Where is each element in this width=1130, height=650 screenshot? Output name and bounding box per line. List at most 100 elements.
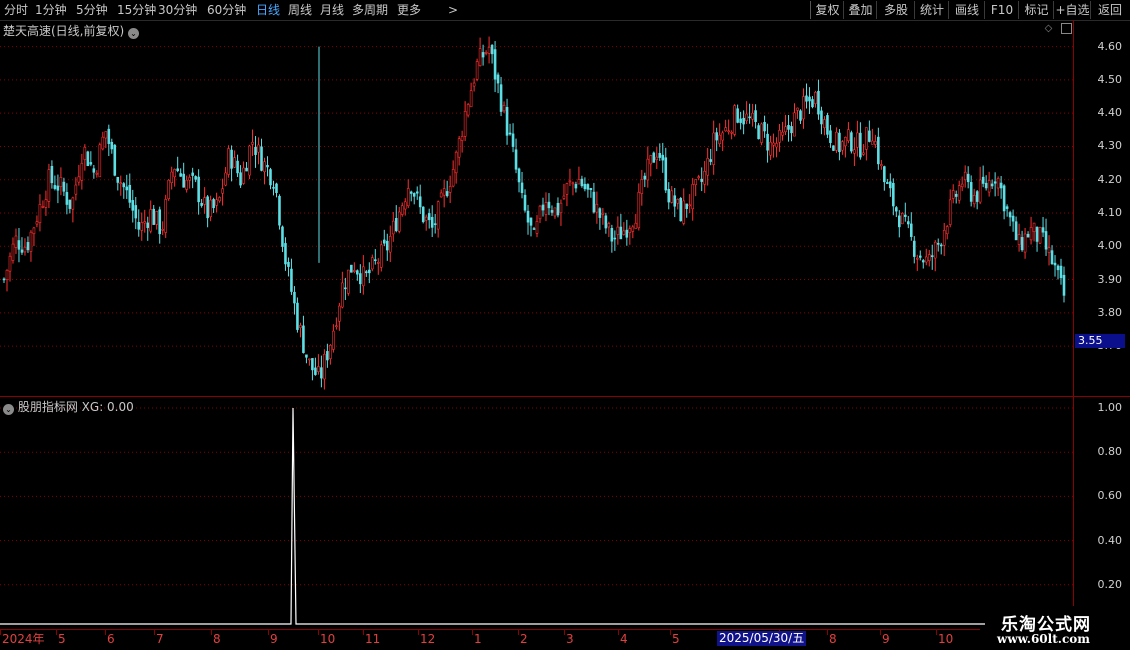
candle-body (403, 201, 407, 210)
candle-body (379, 244, 383, 268)
timeframe-4[interactable]: 30分钟 (158, 3, 197, 18)
candle-body (607, 223, 611, 228)
toolbar-button-7[interactable]: +自选 (1053, 1, 1091, 19)
candle-body (727, 130, 730, 133)
chevron-down-icon[interactable]: ⌄ (3, 404, 14, 415)
candle-body (945, 226, 949, 235)
candle-body (14, 235, 18, 248)
candle-body (987, 180, 991, 193)
candle-body (658, 153, 662, 158)
candle-body (868, 130, 871, 142)
candle-body (721, 132, 724, 141)
timeframe-6[interactable]: 日线 (256, 3, 280, 18)
candle-body (101, 136, 105, 150)
date-tick (363, 630, 364, 635)
candle-body (5, 269, 9, 280)
toolbar-button-5[interactable]: F10 (984, 1, 1019, 19)
chevron-right-icon[interactable]: > (448, 3, 458, 18)
date-label: 3 (566, 632, 574, 646)
candle-body (182, 173, 185, 188)
candle-body (984, 182, 988, 189)
candle-body (212, 199, 215, 209)
candle-body (990, 183, 994, 187)
timeframe-1[interactable]: 1分钟 (35, 3, 67, 18)
candle-body (610, 228, 614, 242)
candle-body (287, 261, 290, 267)
candle-body (613, 237, 617, 240)
toolbar-button-0[interactable]: 复权 (810, 1, 844, 19)
candle-body (679, 198, 683, 222)
candle-body (966, 173, 970, 183)
candle-body (703, 170, 706, 185)
candle-body (691, 184, 694, 210)
price-tick: 4.20 (1097, 172, 1123, 186)
toolbar-button-3[interactable]: 统计 (914, 1, 949, 19)
candle-body (299, 325, 302, 328)
candle-body (176, 168, 179, 172)
candle-body (856, 132, 859, 148)
candle-body (909, 223, 913, 237)
toolbar-button-8[interactable]: 返回 (1090, 1, 1129, 19)
candle-body (191, 172, 194, 176)
timeframe-8[interactable]: 月线 (320, 3, 344, 18)
candle-body (137, 221, 141, 230)
candle-body (430, 216, 434, 228)
toolbar-button-4[interactable]: 画线 (948, 1, 985, 19)
toolbar-button-6[interactable]: 标记 (1018, 1, 1054, 19)
indicator-chart[interactable] (0, 397, 1073, 629)
timeframe-3[interactable]: 15分钟 (117, 3, 156, 18)
candle-body (448, 186, 452, 193)
watermark-url: www.60lt.com (997, 632, 1090, 646)
candle-body (829, 130, 832, 143)
toolbar-button-1[interactable]: 叠加 (843, 1, 877, 19)
candle-body (1041, 227, 1045, 233)
timeframe-7[interactable]: 周线 (288, 3, 312, 18)
candlestick-chart[interactable] (0, 20, 1073, 396)
date-tick (472, 630, 473, 635)
candle-body (2, 278, 6, 281)
candle-body (32, 227, 36, 234)
candle-body (592, 191, 596, 213)
candle-body (568, 180, 572, 183)
timeframe-5[interactable]: 60分钟 (207, 3, 246, 18)
date-tick (0, 630, 1, 635)
candle-body (272, 187, 275, 189)
candle-body (700, 178, 703, 182)
candle-body (290, 268, 293, 292)
candle-body (26, 242, 30, 251)
candle-body (1050, 250, 1054, 265)
timeframe-9[interactable]: 多周期 (352, 3, 388, 18)
candle-body (1035, 226, 1039, 242)
candle-body (912, 240, 916, 257)
candle-body (706, 158, 709, 176)
candle-body (963, 171, 967, 181)
candle-body (733, 105, 736, 135)
candle-body (20, 249, 24, 253)
candle-body (766, 133, 769, 151)
candle-body (149, 209, 153, 232)
candle-body (161, 228, 164, 231)
candle-body (535, 221, 539, 234)
candle-body (643, 175, 647, 180)
candle-body (544, 202, 548, 215)
candle-body (538, 205, 542, 220)
price-tick: 4.50 (1097, 72, 1123, 86)
date-tick (105, 630, 106, 635)
toolbar-button-2[interactable]: 多股 (876, 1, 915, 19)
candle-body (508, 132, 512, 135)
candle-body (311, 358, 314, 371)
candle-body (409, 191, 413, 194)
timeframe-2[interactable]: 5分钟 (76, 3, 108, 18)
timeframe-10[interactable]: 更多 (397, 3, 421, 18)
date-tick (154, 630, 155, 635)
candle-body (362, 266, 365, 287)
candle-body (388, 236, 392, 253)
candle-body (385, 240, 389, 251)
timeframe-0[interactable]: 分时 (4, 3, 28, 18)
candle-body (1023, 233, 1027, 253)
candle-body (233, 157, 236, 168)
candle-body (921, 260, 925, 263)
date-tick (936, 630, 937, 635)
candle-body (203, 197, 206, 205)
candle-body (999, 182, 1003, 189)
